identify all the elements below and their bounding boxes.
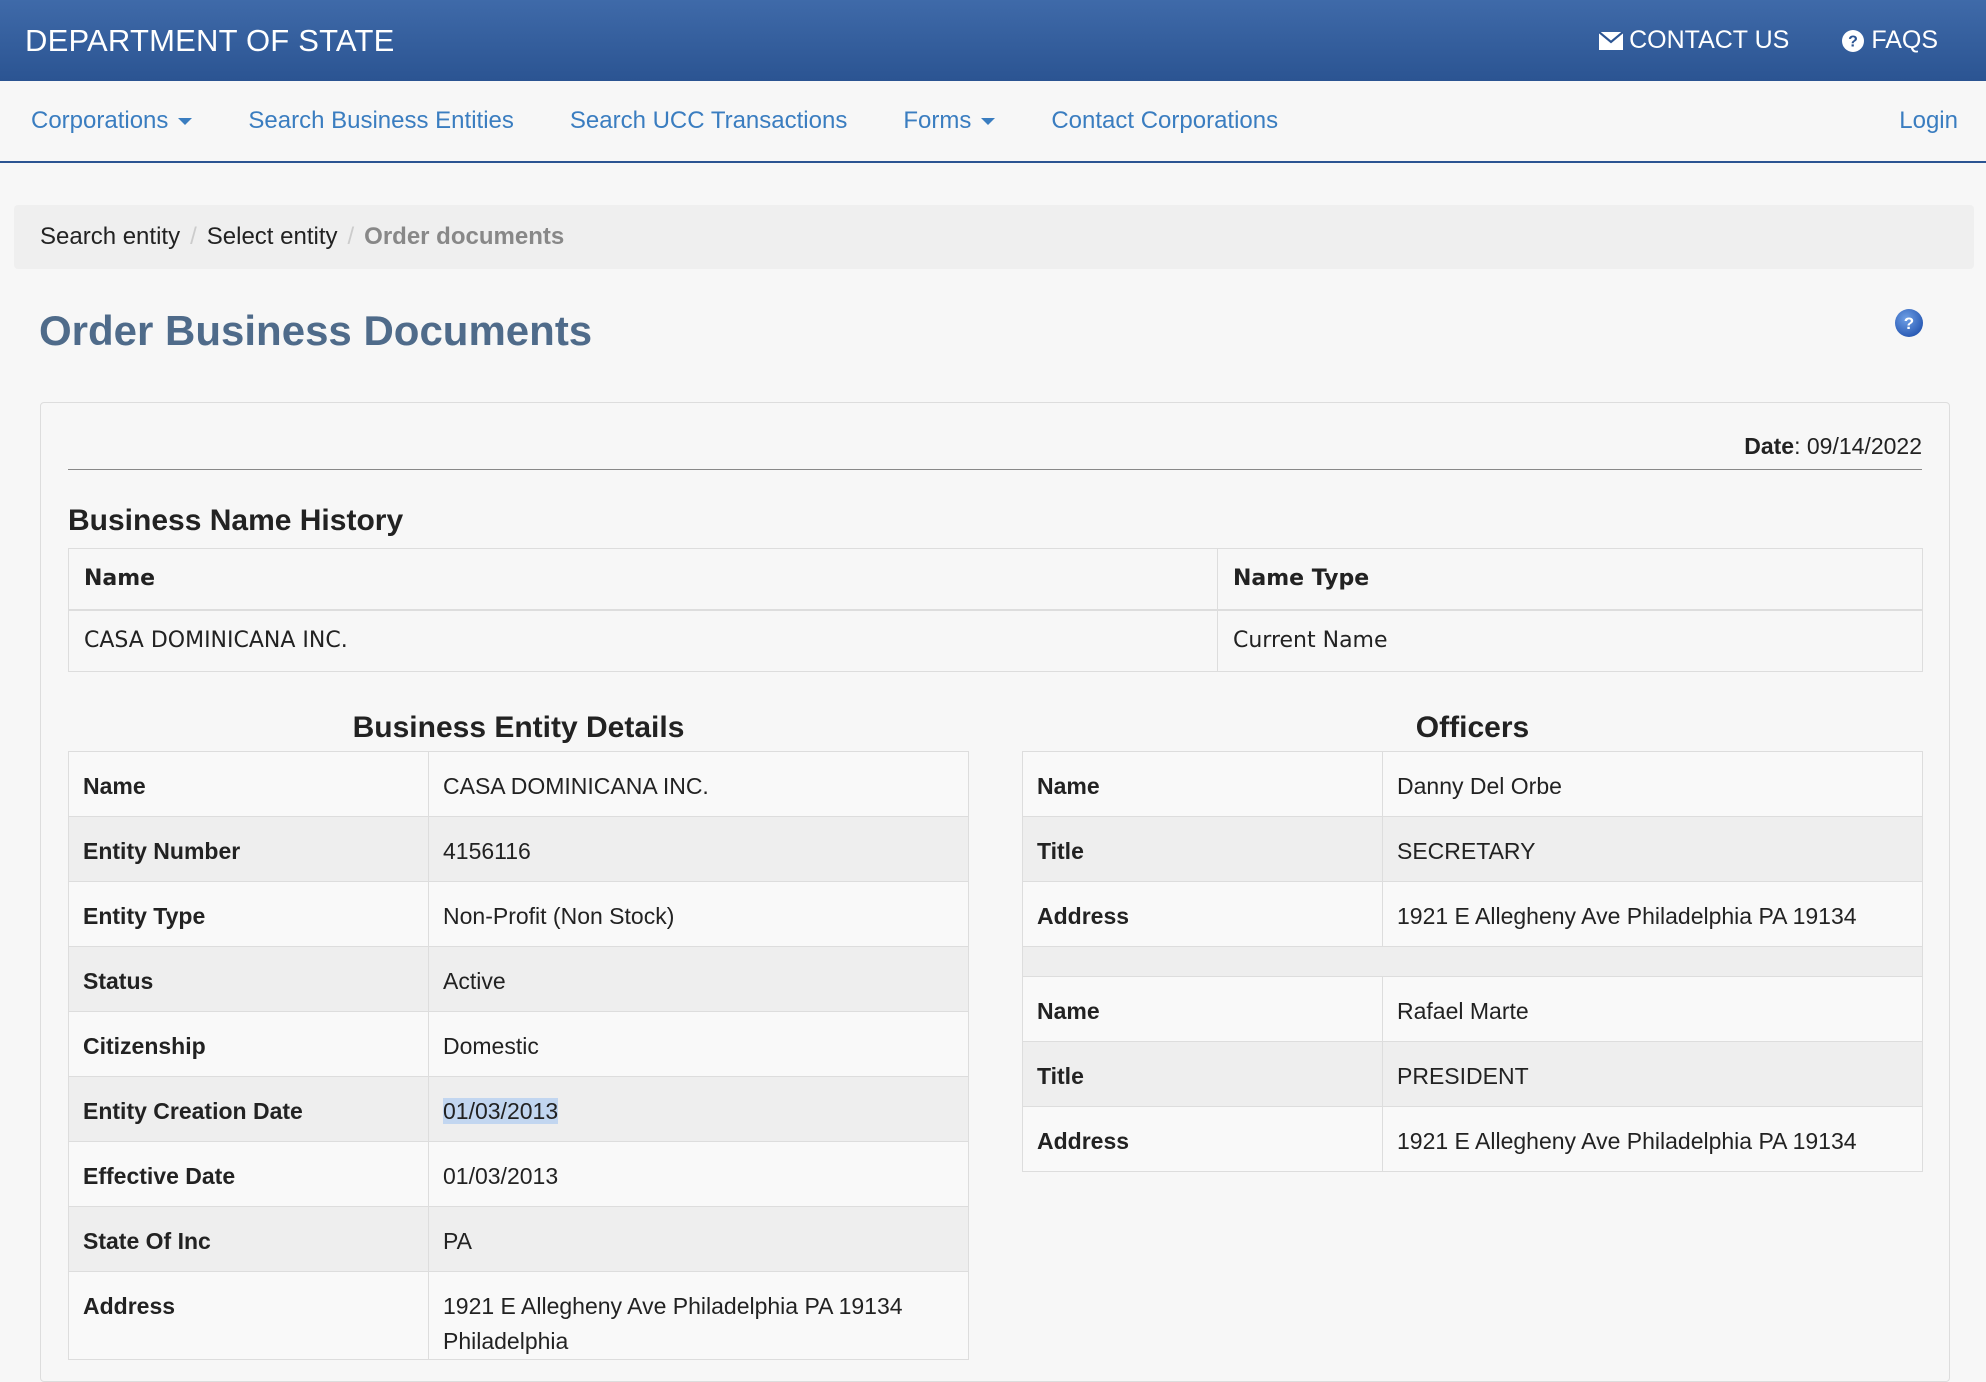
detail-label: Effective Date (68, 1141, 429, 1207)
nav-search-ucc-transactions[interactable]: Search UCC Transactions (570, 107, 847, 135)
address-line-1: 1921 E Allegheny Ave Philadelphia PA 191… (443, 1293, 903, 1319)
login-link[interactable]: Login (1899, 107, 1958, 135)
detail-label: Citizenship (68, 1011, 429, 1077)
table-row: CASA DOMINICANA INC. Current Name (68, 609, 1923, 672)
nav-forms-dropdown[interactable]: Forms (903, 107, 996, 135)
table-row: Name CASA DOMINICANA INC. (68, 751, 969, 817)
table-header-row: Name Name Type (68, 548, 1923, 611)
officers-title: Officers (1415, 711, 1530, 744)
detail-label: Entity Type (68, 881, 429, 947)
name-history-table: Name Name Type CASA DOMINICANA INC. Curr… (68, 548, 1923, 672)
detail-value: 4156116 (428, 816, 969, 882)
table-row: Title SECRETARY (1022, 816, 1923, 882)
date-line: Date: 09/14/2022 (68, 433, 1922, 470)
nav-corporations-dropdown[interactable]: Corporations (31, 107, 193, 135)
table-row: Name Rafael Marte (1022, 976, 1923, 1042)
officers-table: Name Danny Del Orbe Title SECRETARY Addres… (1022, 751, 1923, 1172)
contact-us-link[interactable]: CONTACT US (1599, 26, 1789, 55)
detail-value: CASA DOMINICANA INC. (428, 751, 969, 817)
help-icon[interactable]: ? (1894, 308, 1924, 338)
table-row: Effective Date 01/03/2013 (68, 1141, 969, 1207)
main-nav: Corporations Search Business Entities Se… (0, 81, 1986, 163)
table-row: Name Danny Del Orbe (1022, 751, 1923, 817)
officer-name: Rafael Marte (1382, 976, 1923, 1042)
nav-forms-label: Forms (903, 107, 972, 134)
officer-label: Address (1022, 1106, 1383, 1172)
breadcrumb-separator: / (190, 223, 197, 250)
caret-down-icon (178, 117, 193, 125)
breadcrumb-order-documents: Order documents (364, 223, 565, 250)
nav-search-business-entities[interactable]: Search Business Entities (248, 107, 513, 135)
detail-value: 01/03/2013 (428, 1076, 969, 1142)
svg-text:?: ? (1848, 33, 1858, 50)
detail-value: 01/03/2013 (428, 1141, 969, 1207)
officer-separator-row (1022, 946, 1923, 977)
breadcrumb: Search entity / Select entity / Order do… (14, 205, 1974, 269)
table-row: Citizenship Domestic (68, 1011, 969, 1077)
detail-label: Name (68, 751, 429, 817)
table-row: Entity Creation Date 01/03/2013 (68, 1076, 969, 1142)
top-links: CONTACT US ? FAQS (1599, 26, 1962, 55)
top-banner: DEPARTMENT OF STATE CONTACT US ? FAQS (0, 0, 1986, 81)
breadcrumb-search-entity[interactable]: Search entity (40, 223, 180, 251)
detail-value: Active (428, 946, 969, 1012)
officer-label: Name (1022, 976, 1383, 1042)
breadcrumb-separator: / (347, 223, 355, 250)
column-header-name-type: Name Type (1217, 548, 1923, 611)
name-history-title: Business Name History (68, 504, 404, 537)
detail-value: Non-Profit (Non Stock) (428, 881, 969, 947)
detail-value: PA (428, 1206, 969, 1272)
officer-label: Address (1022, 881, 1383, 947)
caret-down-icon (981, 117, 996, 125)
envelope-icon (1599, 31, 1624, 50)
officer-label: Title (1022, 1041, 1383, 1107)
detail-value: 1921 E Allegheny Ave Philadelphia PA 191… (428, 1271, 969, 1360)
date-value: 09/14/2022 (1806, 433, 1922, 459)
officer-address: 1921 E Allegheny Ave Philadelphia PA 191… (1382, 1106, 1923, 1172)
officer-label: Title (1022, 816, 1383, 882)
detail-label: Address (68, 1271, 429, 1360)
detail-label: Entity Creation Date (68, 1076, 429, 1142)
entity-details-title: Business Entity Details (352, 711, 685, 744)
question-circle-icon: ? (1842, 29, 1865, 52)
entity-details-table: Name CASA DOMINICANA INC. Entity Number 41… (68, 751, 969, 1360)
officer-address: 1921 E Allegheny Ave Philadelphia PA 191… (1382, 881, 1923, 947)
detail-label: Status (68, 946, 429, 1012)
contact-us-label: CONTACT US (1629, 26, 1790, 54)
table-row: Entity Number 4156116 (68, 816, 969, 882)
brand-title: DEPARTMENT OF STATE (25, 22, 395, 58)
date-label: Date (1744, 433, 1795, 459)
detail-label: State Of Inc (68, 1206, 429, 1272)
table-row: Entity Type Non-Profit (Non Stock) (68, 881, 969, 947)
table-row: State Of Inc PA (68, 1206, 969, 1272)
table-row: Address 1921 E Allegheny Ave Philadelphia… (1022, 881, 1923, 947)
table-row: Address 1921 E Allegheny Ave Philadelphia… (68, 1271, 969, 1360)
table-row: Address 1921 E Allegheny Ave Philadelphia… (1022, 1106, 1923, 1172)
column-header-name: Name (68, 548, 1218, 611)
detail-label: Entity Number (68, 816, 429, 882)
order-documents-panel: Date: 09/14/2022 Business Name History N… (40, 402, 1950, 1382)
nav-contact-corporations[interactable]: Contact Corporations (1051, 107, 1278, 135)
nav-corporations-label: Corporations (31, 107, 169, 134)
table-row: Status Active (68, 946, 969, 1012)
selected-text: 01/03/2013 (443, 1098, 559, 1124)
officer-title: PRESIDENT (1382, 1041, 1923, 1107)
officer-label: Name (1022, 751, 1383, 817)
page-title: Order Business Documents (39, 307, 593, 354)
breadcrumb-select-entity[interactable]: Select entity (207, 223, 338, 251)
address-line-2: Philadelphia (443, 1328, 569, 1354)
faqs-link[interactable]: ? FAQS (1841, 26, 1938, 55)
svg-text:?: ? (1904, 314, 1914, 333)
table-row: Title PRESIDENT (1022, 1041, 1923, 1107)
history-name-cell: CASA DOMINICANA INC. (68, 609, 1218, 672)
faqs-label: FAQS (1871, 26, 1938, 54)
officer-name: Danny Del Orbe (1382, 751, 1923, 817)
history-name-type-cell: Current Name (1217, 609, 1923, 672)
detail-value: Domestic (428, 1011, 969, 1077)
officer-title: SECRETARY (1382, 816, 1923, 882)
